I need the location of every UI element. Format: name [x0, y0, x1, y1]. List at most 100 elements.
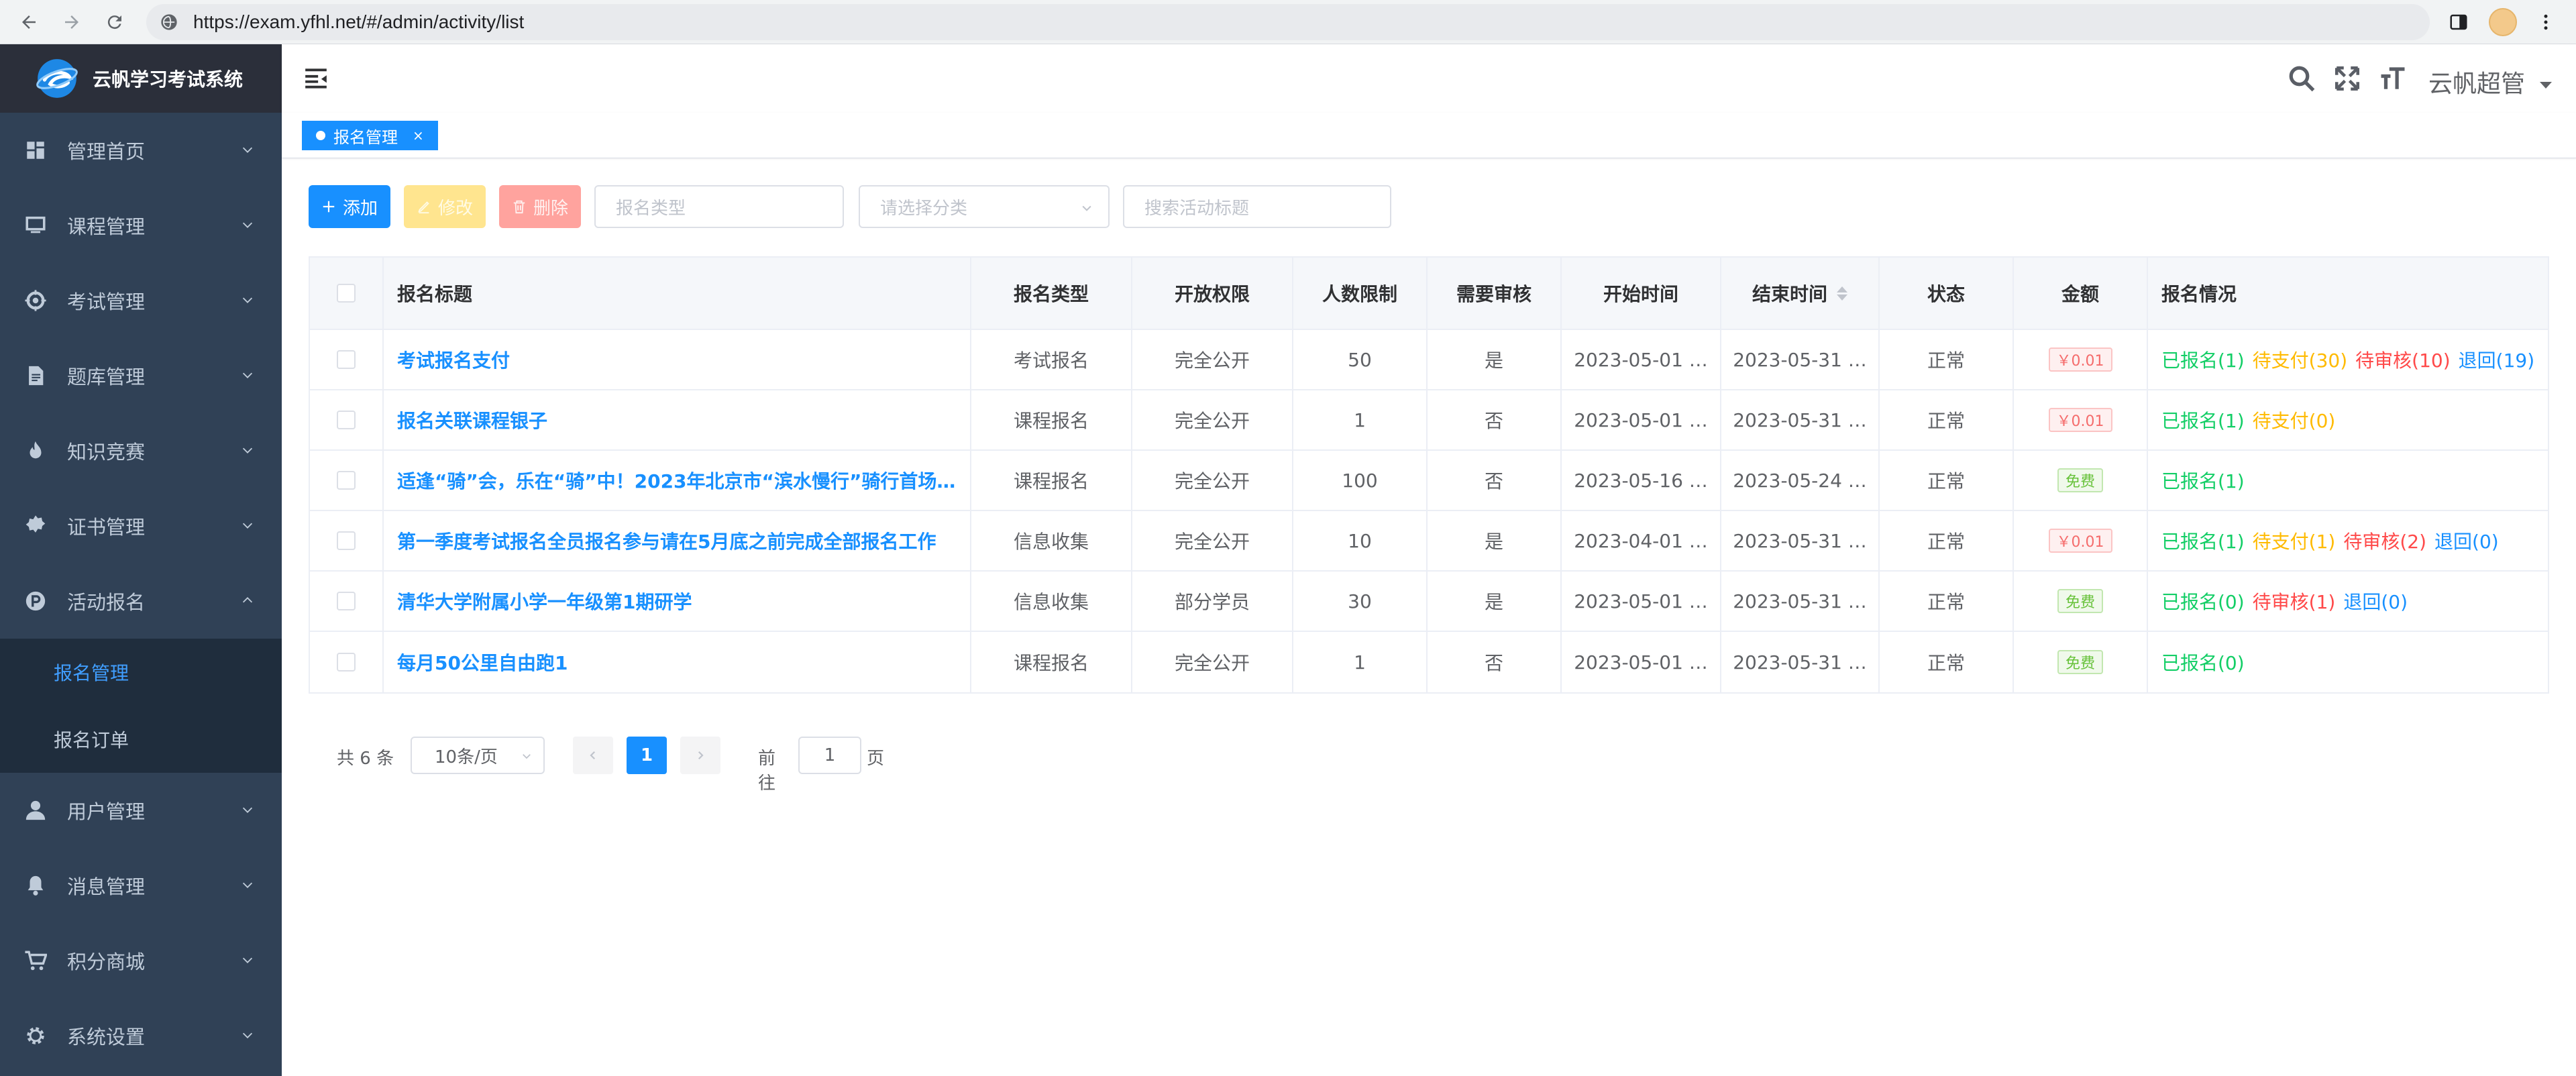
activity-title-link[interactable]: 报名关联课程银子: [397, 407, 547, 433]
stat-link[interactable]: 退回(19): [2459, 346, 2534, 373]
sidebar-item-question-bank[interactable]: 题库管理: [0, 338, 282, 413]
column-header-end[interactable]: 结束时间: [1721, 258, 1880, 329]
stat-link[interactable]: 已报名(1): [2161, 346, 2245, 373]
page-size-select[interactable]: 10条/页: [411, 737, 545, 774]
activity-table: 报名标题 报名类型 开放权限 人数限制 需要审核 开始时间 结束时间 状态 金额…: [309, 256, 2549, 694]
sidebar-item-contest[interactable]: 知识竞赛: [0, 413, 282, 488]
category-placeholder: 请选择分类: [880, 198, 968, 219]
user-name[interactable]: 云帆超管: [2428, 64, 2525, 99]
activity-title-link[interactable]: 第一季度考试报名全员报名参与请在5月底之前完成全部报名工作: [397, 527, 936, 554]
row-checkbox[interactable]: [337, 471, 356, 490]
sidebar-item-courses[interactable]: 课程管理: [0, 188, 282, 263]
column-header-limit: 人数限制: [1293, 258, 1428, 329]
profile-avatar: [2489, 8, 2517, 36]
activity-title-link[interactable]: 每月50公里自由跑1: [397, 649, 568, 676]
tag-registration-management[interactable]: 报名管理 ×: [302, 121, 438, 150]
search-input[interactable]: 搜索活动标题: [1123, 185, 1391, 228]
url-text: https://exam.yfhl.net/#/admin/activity/l…: [193, 11, 525, 32]
hamburger-icon[interactable]: [303, 66, 329, 91]
sidebar-item-settings[interactable]: 系统设置: [0, 998, 282, 1073]
stat-link[interactable]: 待支付(30): [2253, 346, 2347, 373]
cell-status: 正常: [1880, 511, 2014, 570]
back-button[interactable]: [12, 5, 46, 39]
sidebar-toggle-button[interactable]: [2442, 5, 2475, 39]
caret-down-icon[interactable]: [2540, 82, 2552, 89]
forward-button[interactable]: [55, 5, 89, 39]
browser-toolbar: https://exam.yfhl.net/#/admin/activity/l…: [0, 0, 2576, 44]
sidebar-item-certificates[interactable]: 证书管理: [0, 488, 282, 563]
document-icon: [29, 366, 44, 386]
chevron-down-icon: [242, 447, 253, 453]
activity-title-link[interactable]: 考试报名支付: [397, 346, 510, 373]
row-checkbox[interactable]: [337, 531, 356, 550]
sidebar-item-users[interactable]: 用户管理: [0, 773, 282, 848]
column-header-title: 报名标题: [384, 258, 971, 329]
site-info-icon: [161, 14, 177, 30]
stat-link[interactable]: 待审核(2): [2343, 527, 2426, 554]
stat-link[interactable]: 已报名(0): [2161, 649, 2245, 676]
stat-link[interactable]: 待审核(1): [2253, 588, 2336, 614]
cell-start-time: 2023-05-01 …: [1562, 632, 1721, 692]
sidebar-item-points-mall[interactable]: 积分商城: [0, 923, 282, 998]
add-button[interactable]: 添加: [309, 185, 390, 228]
edit-button[interactable]: 修改: [404, 185, 486, 228]
stat-link[interactable]: 已报名(1): [2161, 527, 2245, 554]
fullscreen-icon[interactable]: [2333, 64, 2361, 93]
next-page-button[interactable]: [680, 737, 720, 774]
prev-page-button[interactable]: [573, 737, 613, 774]
cell-stats: 已报名(0): [2148, 632, 2548, 692]
submenu-item-orders[interactable]: 报名订单: [0, 706, 282, 773]
sidebar-item-messages[interactable]: 消息管理: [0, 848, 282, 923]
cell-end-time: 2023-05-31 …: [1721, 330, 1880, 389]
font-size-icon[interactable]: [2379, 64, 2407, 93]
table-header: 报名标题 报名类型 开放权限 人数限制 需要审核 开始时间 结束时间 状态 金额…: [310, 258, 2548, 330]
sidebar-item-activity[interactable]: 活动报名: [0, 563, 282, 639]
stat-link[interactable]: 已报名(1): [2161, 407, 2245, 433]
stat-link[interactable]: 已报名(0): [2161, 588, 2245, 614]
search-placeholder: 搜索活动标题: [1144, 198, 1250, 219]
sidebar-item-label: 证书管理: [67, 516, 146, 539]
activity-title-link[interactable]: 适逢“骑”会，乐在“骑”中！2023年北京市“滨水慢行”骑行首场活…: [397, 467, 957, 494]
column-header-permission: 开放权限: [1132, 258, 1293, 329]
fee-tag: ￥0.01: [2048, 529, 2112, 553]
registration-type-input[interactable]: 报名类型: [594, 185, 844, 228]
cell-type: 考试报名: [971, 330, 1132, 389]
sidebar-item-label: 课程管理: [67, 215, 146, 238]
sidebar-item-label: 消息管理: [67, 875, 146, 898]
cell-permission: 完全公开: [1132, 451, 1293, 510]
cell-audit: 否: [1428, 390, 1562, 449]
search-icon[interactable]: [2288, 64, 2316, 93]
browser-menu-button[interactable]: [2529, 5, 2563, 39]
page-number-1[interactable]: 1: [627, 737, 667, 774]
address-bar[interactable]: https://exam.yfhl.net/#/admin/activity/l…: [146, 4, 2430, 40]
row-checkbox[interactable]: [337, 653, 356, 671]
close-icon[interactable]: ×: [413, 127, 424, 144]
cell-start-time: 2023-05-16 …: [1562, 451, 1721, 510]
cell-audit: 否: [1428, 451, 1562, 510]
stat-link[interactable]: 待支付(1): [2253, 527, 2336, 554]
reload-button[interactable]: [98, 5, 131, 39]
total-count: 共 6 条: [337, 749, 394, 769]
stat-link[interactable]: 已报名(1): [2161, 467, 2245, 494]
logo[interactable]: 云帆学习考试系统: [0, 44, 282, 113]
sidebar-item-exams[interactable]: 考试管理: [0, 263, 282, 338]
sort-icon[interactable]: [1837, 286, 1847, 301]
sidebar-item-dashboard[interactable]: 管理首页: [0, 113, 282, 188]
goto-page-input[interactable]: 1: [798, 737, 861, 774]
row-checkbox[interactable]: [337, 411, 356, 429]
select-all-checkbox[interactable]: [337, 284, 356, 303]
row-checkbox[interactable]: [337, 350, 356, 369]
stat-link[interactable]: 待支付(0): [2253, 407, 2336, 433]
submenu-item-registration[interactable]: 报名管理: [0, 639, 282, 706]
activity-title-link[interactable]: 清华大学附属小学一年级第1期研学: [397, 588, 692, 614]
stat-link[interactable]: 退回(0): [2343, 588, 2408, 614]
cell-stats: 已报名(0) 待审核(1) 退回(0): [2148, 572, 2548, 631]
stat-link[interactable]: 待审核(10): [2355, 346, 2450, 373]
row-checkbox[interactable]: [337, 592, 356, 610]
profile-button[interactable]: [2486, 5, 2520, 39]
plus-icon: [323, 201, 335, 213]
stat-link[interactable]: 退回(0): [2434, 527, 2499, 554]
category-select[interactable]: 请选择分类: [859, 185, 1110, 228]
active-dot-icon: [316, 131, 325, 140]
delete-button[interactable]: 删除: [499, 185, 581, 228]
